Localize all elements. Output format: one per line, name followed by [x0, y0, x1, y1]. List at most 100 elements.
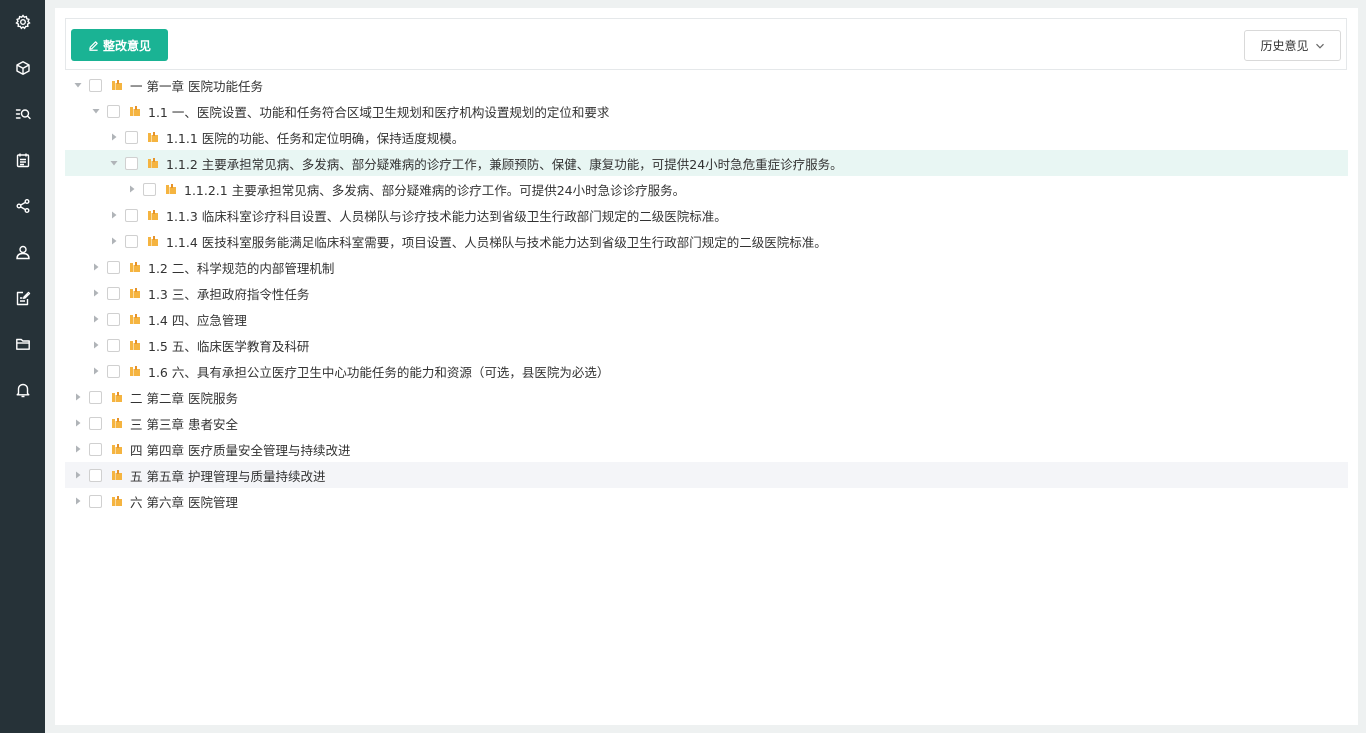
- caret-right-icon[interactable]: [73, 418, 83, 428]
- tree-node-label[interactable]: 1.3 三、承担政府指令性任务: [148, 284, 309, 303]
- caret-right-icon[interactable]: [91, 262, 101, 272]
- share-icon: [16, 199, 29, 213]
- tree-node[interactable]: 1.5 五、临床医学教育及科研: [65, 332, 1348, 358]
- caret-down-icon[interactable]: [73, 80, 83, 90]
- history-opinion-label: 历史意见: [1260, 39, 1309, 53]
- tree-node-label[interactable]: 1.1.2 主要承担常见病、多发病、部分疑难病的诊疗工作，兼顾预防、保健、康复功…: [166, 154, 843, 173]
- tree-node-label[interactable]: 二 第二章 医院服务: [130, 388, 238, 407]
- sidebar: [0, 0, 45, 733]
- tree-node[interactable]: 1.1.3 临床科室诊疗科目设置、人员梯队与诊疗技术能力达到省级卫生行政部门规定…: [65, 202, 1348, 228]
- tree-node-label[interactable]: 1.5 五、临床医学教育及科研: [148, 336, 309, 355]
- tree-node-checkbox[interactable]: [125, 234, 138, 248]
- tree-node-checkbox[interactable]: [89, 416, 102, 430]
- tree-node-checkbox[interactable]: [107, 312, 120, 326]
- chevron-down-icon: [1315, 43, 1324, 49]
- tree-node-label[interactable]: 五 第五章 护理管理与质量持续改进: [130, 466, 325, 485]
- tree-node-checkbox[interactable]: [89, 494, 102, 508]
- toolbar: 整改意见 历史意见: [65, 18, 1347, 70]
- tree-node-label[interactable]: 一 第一章 医院功能任务: [130, 76, 263, 95]
- tree-node-label[interactable]: 1.1.3 临床科室诊疗科目设置、人员梯队与诊疗技术能力达到省级卫生行政部门规定…: [166, 206, 727, 225]
- caret-right-icon[interactable]: [127, 184, 137, 194]
- settings-icon: [14, 14, 31, 30]
- tree-node-checkbox[interactable]: [107, 104, 120, 118]
- caret-right-icon[interactable]: [91, 340, 101, 350]
- tree-node-label[interactable]: 六 第六章 医院管理: [130, 492, 238, 511]
- tree-node-checkbox[interactable]: [143, 182, 156, 196]
- tree-node[interactable]: 六 第六章 医院管理: [65, 488, 1348, 514]
- tree-node-checkbox[interactable]: [107, 286, 120, 300]
- tree-node-label[interactable]: 1.6 六、具有承担公立医疗卫生中心功能任务的能力和资源（可选，县医院为必选）: [148, 362, 609, 381]
- tree-node-checkbox[interactable]: [107, 338, 120, 352]
- sidebar-item-folder[interactable]: [0, 326, 45, 362]
- tree-node-label[interactable]: 1.1.4 医技科室服务能满足临床科室需要，项目设置、人员梯队与技术能力达到省级…: [166, 232, 827, 251]
- book-folder-icon: [165, 183, 177, 195]
- caret-right-icon[interactable]: [73, 392, 83, 402]
- book-folder-icon: [147, 131, 159, 143]
- tree-node[interactable]: 1.1.2.1 主要承担常见病、多发病、部分疑难病的诊疗工作。可提供24小时急诊…: [65, 176, 1348, 202]
- tree-node-checkbox[interactable]: [89, 468, 102, 482]
- pencil-icon: [89, 40, 98, 51]
- tree-node-checkbox[interactable]: [89, 78, 102, 92]
- sidebar-item-settings[interactable]: [0, 4, 45, 40]
- caret-down-icon[interactable]: [109, 158, 119, 168]
- caret-right-icon[interactable]: [73, 444, 83, 454]
- tree-node[interactable]: 一 第一章 医院功能任务: [65, 72, 1348, 98]
- tree-node-label[interactable]: 1.2 二、科学规范的内部管理机制: [148, 258, 334, 277]
- history-opinion-dropdown[interactable]: 历史意见: [1244, 30, 1341, 61]
- tree-node[interactable]: 1.4 四、应急管理: [65, 306, 1348, 332]
- rectify-opinion-button[interactable]: 整改意见: [71, 29, 168, 61]
- user-icon: [15, 245, 30, 260]
- book-folder-icon: [129, 339, 141, 351]
- tree-node-label[interactable]: 1.1.1 医院的功能、任务和定位明确，保持适度规模。: [166, 128, 464, 147]
- sidebar-item-bell[interactable]: [0, 372, 45, 408]
- tree-node[interactable]: 1.2 二、科学规范的内部管理机制: [65, 254, 1348, 280]
- chapter-tree: 一 第一章 医院功能任务 1.1 一、医院设置、功能和任务符合区域卫生规划和医疗机…: [65, 72, 1348, 514]
- caret-right-icon[interactable]: [91, 314, 101, 324]
- cube-icon: [15, 61, 30, 75]
- rectify-opinion-label: 整改意见: [102, 38, 151, 53]
- tree-node[interactable]: 四 第四章 医疗质量安全管理与持续改进: [65, 436, 1348, 462]
- tree-node-label[interactable]: 1.1.2.1 主要承担常见病、多发病、部分疑难病的诊疗工作。可提供24小时急诊…: [184, 180, 685, 199]
- tree-node-checkbox[interactable]: [89, 442, 102, 456]
- sidebar-item-calendar[interactable]: [0, 142, 45, 178]
- caret-right-icon[interactable]: [109, 132, 119, 142]
- tree-node[interactable]: 1.1.4 医技科室服务能满足临床科室需要，项目设置、人员梯队与技术能力达到省级…: [65, 228, 1348, 254]
- tree-node-checkbox[interactable]: [107, 260, 120, 274]
- tree-node[interactable]: 三 第三章 患者安全: [65, 410, 1348, 436]
- tree-node-label[interactable]: 四 第四章 医疗质量安全管理与持续改进: [130, 440, 350, 459]
- sidebar-item-search-list[interactable]: [0, 96, 45, 132]
- tree-node-checkbox[interactable]: [89, 390, 102, 404]
- edit-document-icon: [16, 291, 30, 306]
- book-folder-icon: [111, 79, 123, 91]
- search-list-icon: [15, 109, 31, 120]
- tree-node[interactable]: 五 第五章 护理管理与质量持续改进: [65, 462, 1348, 488]
- calendar-icon: [16, 153, 29, 168]
- caret-right-icon[interactable]: [109, 210, 119, 220]
- sidebar-item-edit-document[interactable]: [0, 280, 45, 316]
- tree-node-label[interactable]: 1.1 一、医院设置、功能和任务符合区域卫生规划和医疗机构设置规划的定位和要求: [148, 102, 609, 121]
- tree-node[interactable]: 1.1.1 医院的功能、任务和定位明确，保持适度规模。: [65, 124, 1348, 150]
- book-folder-icon: [111, 391, 123, 403]
- tree-node-label[interactable]: 三 第三章 患者安全: [130, 414, 238, 433]
- caret-right-icon[interactable]: [91, 288, 101, 298]
- tree-node[interactable]: 1.1.2 主要承担常见病、多发病、部分疑难病的诊疗工作，兼顾预防、保健、康复功…: [65, 150, 1348, 176]
- folder-icon: [15, 338, 30, 350]
- sidebar-item-user[interactable]: [0, 234, 45, 270]
- tree-node[interactable]: 1.1 一、医院设置、功能和任务符合区域卫生规划和医疗机构设置规划的定位和要求: [65, 98, 1348, 124]
- tree-node-checkbox[interactable]: [125, 156, 138, 170]
- book-folder-icon: [129, 287, 141, 299]
- caret-right-icon[interactable]: [73, 470, 83, 480]
- tree-node-checkbox[interactable]: [107, 364, 120, 378]
- sidebar-item-cube[interactable]: [0, 50, 45, 86]
- tree-node-checkbox[interactable]: [125, 130, 138, 144]
- caret-down-icon[interactable]: [91, 106, 101, 116]
- tree-node[interactable]: 1.3 三、承担政府指令性任务: [65, 280, 1348, 306]
- caret-right-icon[interactable]: [91, 366, 101, 376]
- tree-node-checkbox[interactable]: [125, 208, 138, 222]
- sidebar-item-share[interactable]: [0, 188, 45, 224]
- tree-node-label[interactable]: 1.4 四、应急管理: [148, 310, 247, 329]
- tree-node[interactable]: 二 第二章 医院服务: [65, 384, 1348, 410]
- caret-right-icon[interactable]: [73, 496, 83, 506]
- tree-node[interactable]: 1.6 六、具有承担公立医疗卫生中心功能任务的能力和资源（可选，县医院为必选）: [65, 358, 1348, 384]
- caret-right-icon[interactable]: [109, 236, 119, 246]
